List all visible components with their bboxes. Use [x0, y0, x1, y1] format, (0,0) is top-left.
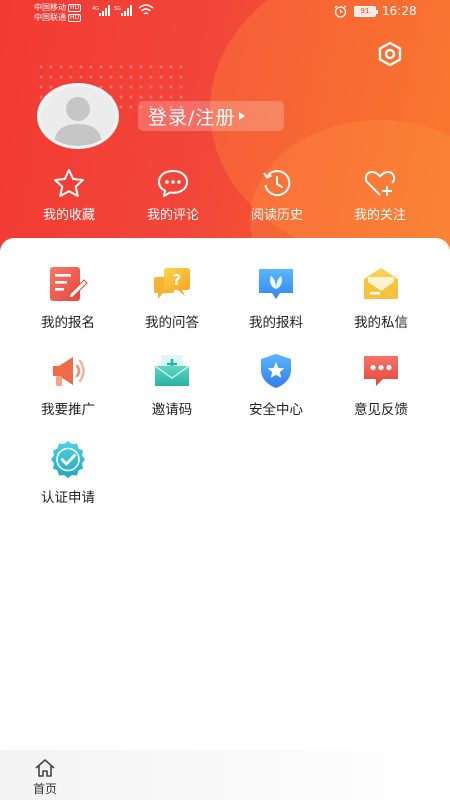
menu-item-qa[interactable]: ? 我的问答 [122, 265, 222, 331]
quick-action-label: 我的收藏 [42, 208, 95, 223]
signup-icon [48, 265, 88, 303]
signal-icon: 4G [92, 5, 110, 19]
login-register-button[interactable]: 登录/注册 [138, 101, 284, 131]
menu-item-label: 安全中心 [249, 402, 303, 418]
menu-item-signup[interactable]: 我的报名 [18, 265, 118, 331]
signal-icon: 5G [114, 5, 134, 19]
star-icon [54, 169, 84, 197]
certify-icon [48, 440, 88, 478]
heart-plus-icon [364, 171, 396, 196]
quick-action-label: 我的关注 [353, 208, 406, 223]
menu-item-report[interactable]: 我的报料 [226, 265, 326, 331]
menu-item-invite[interactable]: 邀请码 [122, 352, 222, 418]
tab-home-label: 首页 [32, 782, 57, 796]
quick-action-label: 阅读历史 [250, 208, 303, 223]
status-bar: 中国移动 HD 中国联通 HD 4G 5G 91 16:28 [0, 0, 450, 24]
alarm-icon [334, 5, 347, 20]
user-silhouette-icon [54, 97, 102, 146]
settings-button[interactable] [376, 40, 404, 68]
hd-badge: HD [68, 13, 82, 22]
settings-hexagon-icon [378, 41, 402, 67]
history-icon [263, 170, 291, 197]
qa-icon: ? [152, 265, 192, 303]
menu-item-messages[interactable]: 我的私信 [331, 265, 431, 331]
svg-text:4G: 4G [92, 6, 99, 12]
wifi-icon [138, 4, 154, 19]
quick-action-history[interactable]: 阅读历史 [227, 168, 327, 223]
menu-item-label: 认证申请 [41, 490, 95, 506]
menu-item-promote[interactable]: 我要推广 [18, 352, 118, 418]
megaphone-icon [48, 352, 88, 390]
play-arrow-icon [239, 112, 246, 120]
avatar[interactable] [37, 83, 119, 149]
menu-item-label: 我的报名 [41, 315, 95, 331]
login-register-label: 登录/注册 [148, 106, 236, 129]
menu-item-label: 意见反馈 [354, 402, 408, 418]
invite-icon [152, 352, 192, 390]
carrier-1-label: 中国移动 [34, 3, 66, 12]
clock: 16:28 [382, 4, 417, 18]
menu-item-feedback[interactable]: 意见反馈 [331, 352, 431, 418]
comment-icon [158, 170, 188, 197]
carrier-2: 中国联通 HD [34, 13, 82, 22]
menu-item-label: 我的报料 [249, 315, 303, 331]
hd-badge: HD [68, 3, 82, 12]
quick-action-favorites[interactable]: 我的收藏 [19, 168, 119, 223]
menu-item-label: 邀请码 [151, 402, 193, 418]
quick-action-following[interactable]: 我的关注 [330, 168, 430, 223]
menu-item-label: 我的问答 [145, 315, 199, 331]
feedback-icon [361, 352, 401, 390]
menu-item-security[interactable]: 安全中心 [226, 352, 326, 418]
mail-icon [361, 265, 401, 303]
tab-home[interactable]: 首页 [22, 758, 68, 797]
carrier-2-label: 中国联通 [34, 13, 66, 22]
carrier-1: 中国移动 HD [34, 3, 82, 12]
menu-item-label: 我要推广 [41, 402, 95, 418]
quick-action-comments[interactable]: 我的评论 [123, 168, 223, 223]
report-icon [256, 265, 296, 303]
svg-text:?: ? [173, 271, 182, 289]
svg-text:5G: 5G [114, 6, 121, 12]
battery-icon: 91 [354, 6, 378, 17]
quick-action-label: 我的评论 [146, 208, 199, 223]
home-icon [35, 759, 55, 777]
menu-item-certify[interactable]: 认证申请 [18, 440, 118, 506]
menu-item-label: 我的私信 [354, 315, 408, 331]
shield-icon [256, 352, 296, 390]
